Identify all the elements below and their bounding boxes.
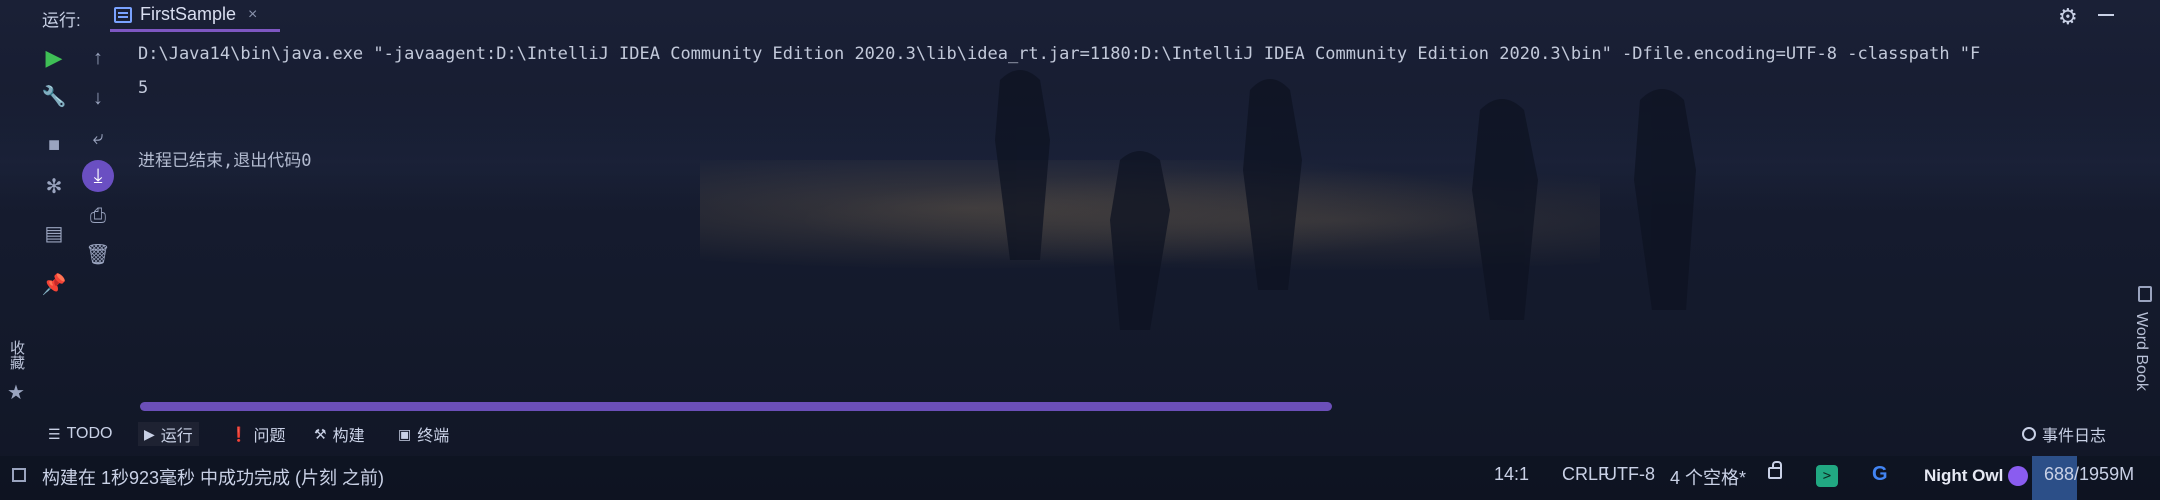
- memory-text: 688/1959M: [2044, 464, 2135, 484]
- lock-icon[interactable]: [1768, 461, 1782, 479]
- line-separator[interactable]: CRLF: [1562, 464, 1609, 485]
- trash-icon[interactable]: 🗑: [84, 240, 112, 268]
- favorites-panel-button[interactable]: 收藏 ★: [4, 340, 34, 410]
- book-icon: [2138, 286, 2152, 302]
- tab-build[interactable]: ⚒ 构建: [314, 422, 365, 446]
- arrow-down-icon[interactable]: ↓: [84, 84, 112, 112]
- terminal-icon: ▣: [398, 425, 412, 442]
- tab-event-log[interactable]: 事件日志: [2022, 422, 2106, 446]
- run-icon[interactable]: ▶: [40, 44, 68, 72]
- terminal-label: 终端: [417, 428, 450, 445]
- stop-icon[interactable]: ■: [40, 131, 68, 159]
- event-log-label: 事件日志: [2042, 428, 2107, 445]
- pin-icon[interactable]: 📌: [40, 270, 68, 298]
- list-icon: ☰: [48, 425, 61, 442]
- status-message[interactable]: 构建在 1秒923毫秒 中成功完成 (片刻 之前): [42, 464, 384, 490]
- todo-label: TODO: [66, 425, 113, 442]
- run-tab-label: 运行: [160, 428, 193, 445]
- word-book-panel-button[interactable]: Word Book: [2128, 286, 2160, 406]
- bug-settings-icon[interactable]: ✻: [40, 172, 68, 200]
- command-line: D:\Java14\bin\java.exe "-javaagent:D:\In…: [138, 44, 1981, 64]
- minimize-icon[interactable]: [2098, 14, 2114, 16]
- tab-problems[interactable]: ❗ 问题: [230, 422, 285, 446]
- exit-message: 进程已结束,退出代码0: [138, 151, 312, 171]
- play-icon: ▶: [144, 425, 155, 442]
- event-log-icon: [2022, 427, 2036, 441]
- scroll-to-end-icon[interactable]: ⤓: [82, 160, 114, 192]
- status-bar: 构建在 1秒923毫秒 中成功完成 (片刻 之前) 14:1 CRLF UTF-…: [0, 456, 2160, 500]
- hammer-icon: ⚒: [314, 425, 327, 442]
- tab-terminal[interactable]: ▣ 终端: [398, 422, 449, 446]
- word-book-label: Word Book: [2133, 312, 2150, 391]
- theme-icon[interactable]: [2008, 466, 2028, 486]
- run-tool-window-header: 运行: FirstSample × ⚙: [0, 0, 2160, 32]
- console-output[interactable]: D:\Java14\bin\java.exe "-javaagent:D:\In…: [138, 40, 1980, 171]
- file-encoding[interactable]: UTF-8: [1604, 464, 1655, 485]
- tab-run[interactable]: ▶ 运行: [138, 422, 199, 446]
- arrow-up-icon[interactable]: ↑: [84, 44, 112, 72]
- layout-icon[interactable]: ▤: [40, 219, 68, 247]
- info-icon: ❗: [230, 425, 248, 442]
- caret-position[interactable]: 14:1: [1494, 464, 1529, 485]
- favorites-label: 收藏: [8, 340, 25, 370]
- theme-name[interactable]: Night Owl: [1924, 466, 2003, 486]
- tool-window-bar: ☰ TODO ▶ 运行 ❗ 问题 ⚒ 构建 ▣ 终端 事件日志: [0, 418, 2160, 448]
- indent-setting[interactable]: 4 个空格*: [1670, 464, 1746, 490]
- google-icon[interactable]: G: [1872, 463, 1888, 486]
- star-icon: ★: [7, 382, 25, 404]
- problems-label: 问题: [253, 428, 286, 445]
- close-icon[interactable]: ×: [248, 6, 257, 24]
- run-label: 运行:: [42, 11, 81, 30]
- memory-indicator[interactable]: 688/1959M: [2032, 456, 2160, 500]
- console-icon: [114, 6, 132, 23]
- wrench-icon[interactable]: 🔧: [40, 82, 68, 110]
- gear-icon[interactable]: ⚙: [2058, 4, 2078, 30]
- print-icon[interactable]: ⎙: [84, 202, 112, 230]
- toggle-tool-windows-icon[interactable]: [12, 468, 26, 482]
- terminal-plugin-icon[interactable]: >: [1816, 465, 1838, 487]
- tab-todo[interactable]: ☰ TODO: [48, 422, 113, 446]
- build-label: 构建: [332, 428, 365, 445]
- tab-title: FirstSample: [140, 4, 237, 24]
- horizontal-scrollbar[interactable]: [140, 402, 1332, 411]
- tab-firstsample[interactable]: FirstSample ×: [110, 0, 280, 32]
- soft-wrap-icon[interactable]: ⤶: [84, 124, 112, 152]
- program-output: 5: [138, 78, 149, 98]
